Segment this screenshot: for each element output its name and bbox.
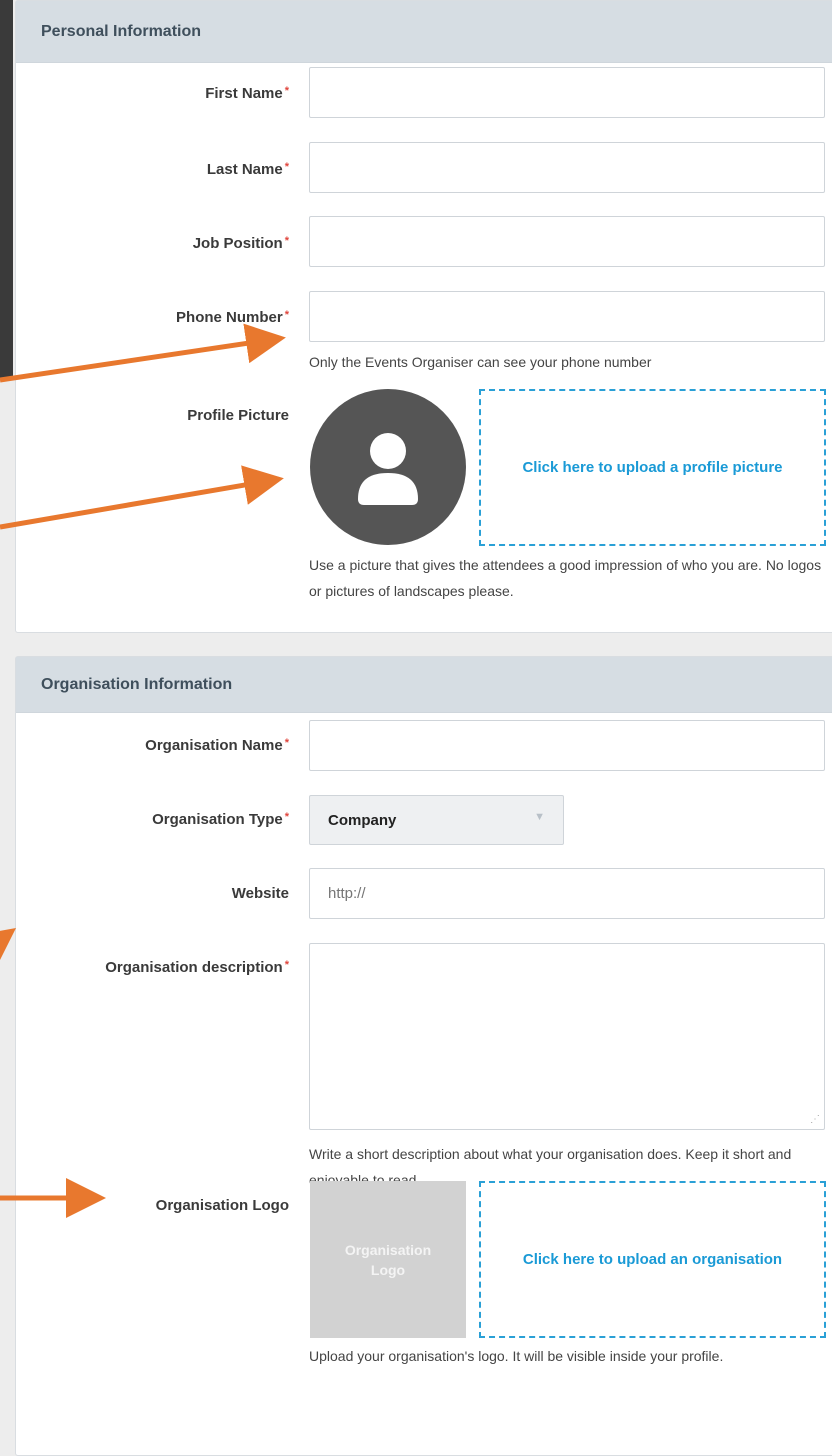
arrow-to-phone-number bbox=[0, 323, 286, 383]
arrow-to-website bbox=[0, 928, 16, 968]
arrow-to-profile-picture bbox=[0, 465, 284, 530]
annotation-arrows bbox=[0, 323, 286, 1218]
